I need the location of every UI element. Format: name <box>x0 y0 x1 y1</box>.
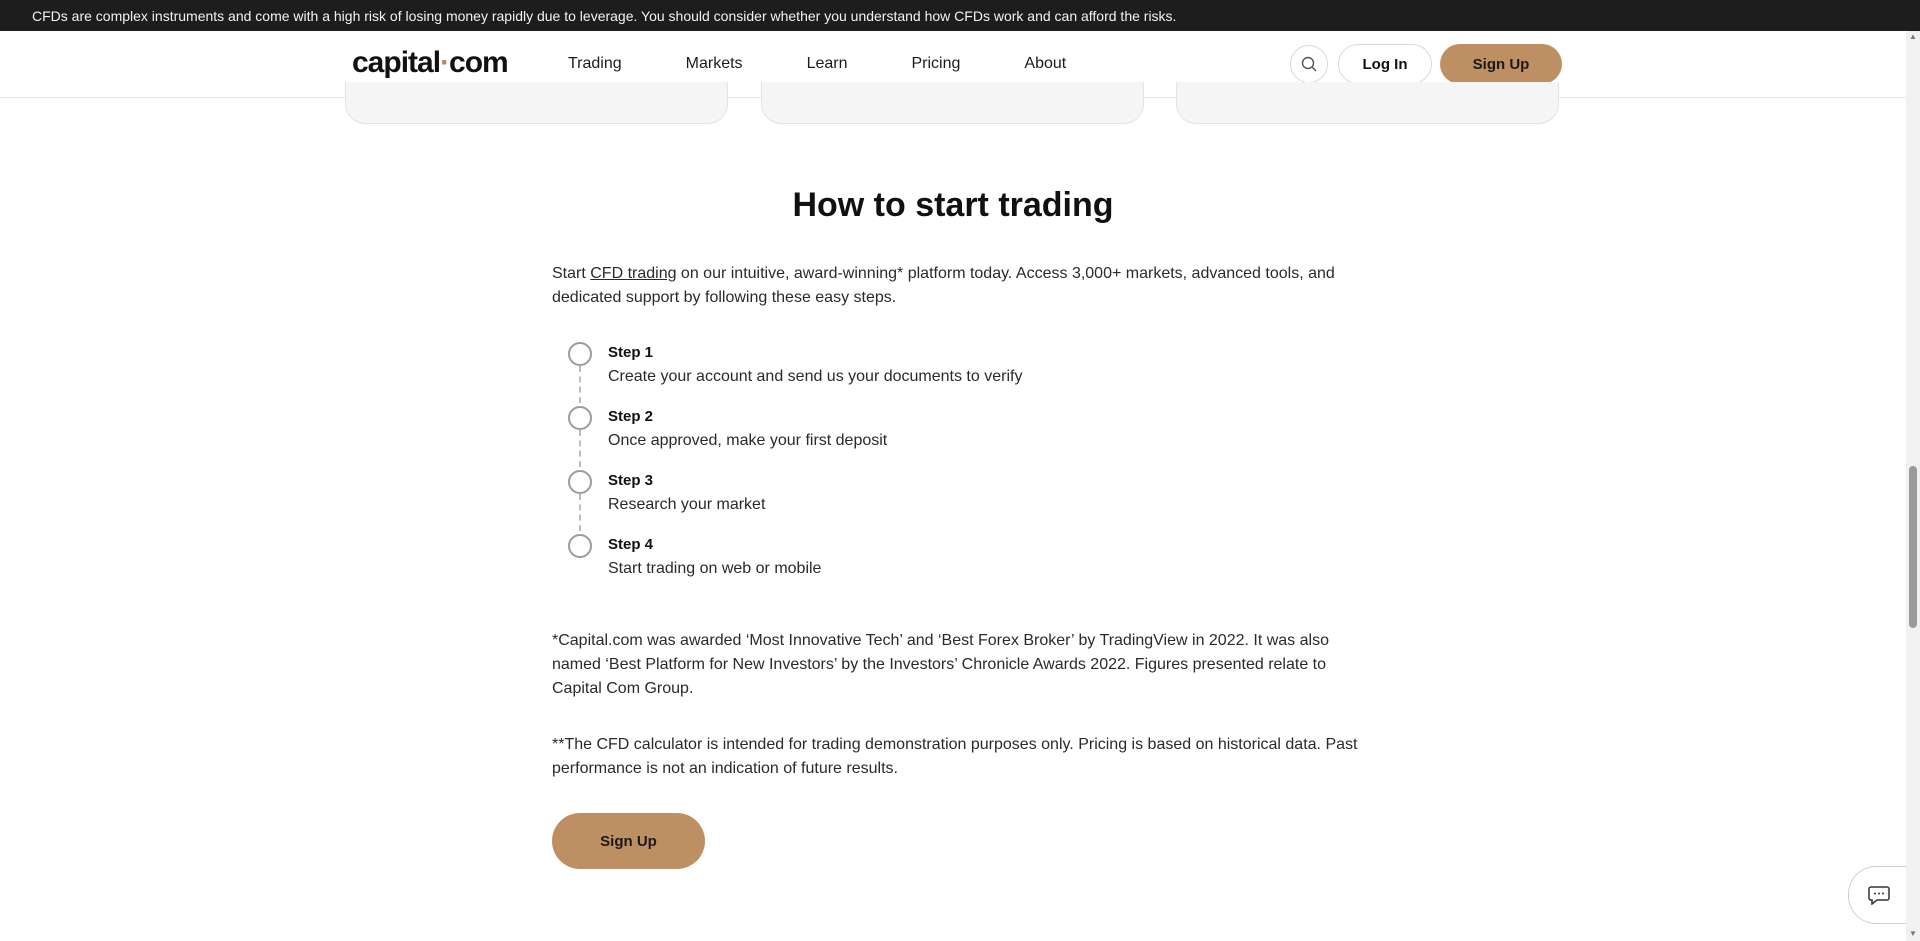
step-circle-icon <box>568 406 592 430</box>
logo-dot: · <box>440 46 450 79</box>
step-description: Research your market <box>608 496 766 513</box>
scrollbar-thumb[interactable] <box>1909 466 1917 628</box>
cfd-trading-link[interactable]: CFD trading <box>590 265 676 282</box>
step-connector <box>579 430 581 467</box>
step-description: Create your account and send us your doc… <box>608 368 1023 385</box>
scroll-down-arrow-icon[interactable]: ▼ <box>1909 930 1917 938</box>
risk-warning-text: CFDs are complex instruments and come wi… <box>32 7 1177 24</box>
nav-learn[interactable]: Learn <box>807 55 848 73</box>
main-menu: Trading Markets Learn Pricing About <box>568 55 1130 73</box>
search-icon <box>1301 56 1317 72</box>
login-button[interactable]: Log In <box>1338 44 1432 84</box>
nav-about[interactable]: About <box>1024 55 1066 73</box>
header-signup-button[interactable]: Sign Up <box>1440 44 1562 84</box>
chat-icon <box>1868 886 1890 905</box>
step-title: Step 4 <box>608 536 654 553</box>
step-title: Step 3 <box>608 472 654 489</box>
step-circle-icon <box>568 534 592 558</box>
logo-text-right: com <box>449 46 509 79</box>
step-connector <box>579 494 581 531</box>
capital-com-logo[interactable]: capital·com <box>352 46 509 79</box>
nav-pricing[interactable]: Pricing <box>911 55 960 73</box>
logo-text-left: capital <box>352 46 441 79</box>
step-description: Once approved, make your first deposit <box>608 432 888 449</box>
awards-footnote: *Capital.com was awarded ‘Most Innovativ… <box>552 632 1329 697</box>
section-title: How to start trading <box>792 186 1114 224</box>
step-description: Start trading on web or mobile <box>608 560 822 577</box>
step-connector <box>579 366 581 403</box>
scroll-up-arrow-icon[interactable]: ▲ <box>1909 33 1917 41</box>
feature-card-1 <box>345 82 728 124</box>
feature-card-2 <box>761 82 1144 124</box>
chat-button[interactable] <box>1848 866 1909 924</box>
nav-trading[interactable]: Trading <box>568 55 622 73</box>
calculator-disclaimer: **The CFD calculator is intended for tra… <box>552 736 1358 777</box>
step-circle-icon <box>568 470 592 494</box>
intro-paragraph: Start CFD trading on our intuitive, awar… <box>552 262 1362 310</box>
intro-text-before: Start <box>552 265 591 282</box>
header-actions: Log In Sign Up <box>1290 44 1562 84</box>
step-circle-icon <box>568 342 592 366</box>
feature-card-3 <box>1176 82 1559 124</box>
risk-warning-banner: CFDs are complex instruments and come wi… <box>0 0 1920 31</box>
step-title: Step 2 <box>608 408 654 425</box>
search-button[interactable] <box>1290 45 1328 83</box>
step-title: Step 1 <box>608 344 654 361</box>
nav-markets[interactable]: Markets <box>686 55 743 73</box>
signup-button[interactable]: Sign Up <box>552 813 705 869</box>
